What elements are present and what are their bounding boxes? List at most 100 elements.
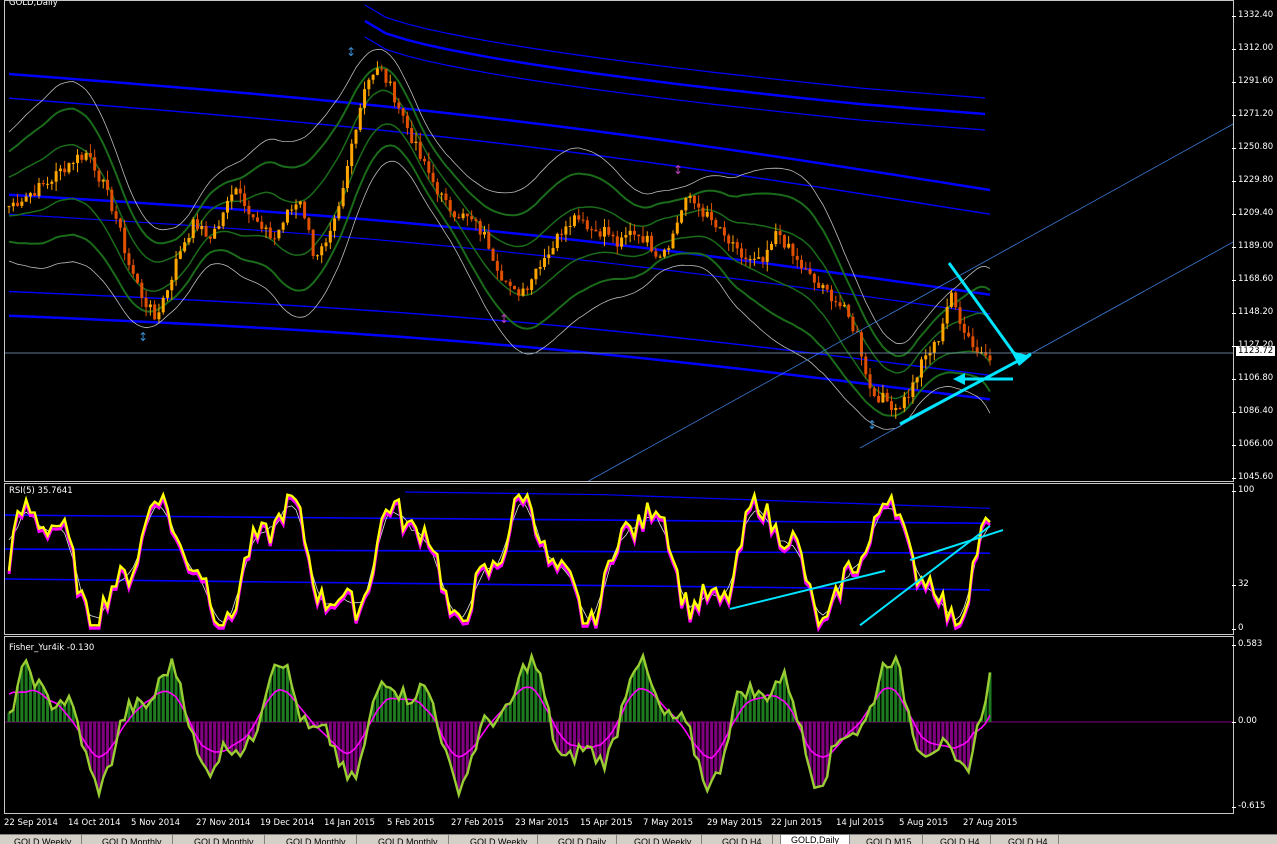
candle-body bbox=[435, 182, 439, 195]
candle-body bbox=[470, 216, 474, 220]
candle-body bbox=[949, 292, 953, 307]
tab-gold-h4[interactable]: GOLD,H4 bbox=[930, 835, 991, 844]
candle-body bbox=[127, 253, 131, 266]
fisher-histogram-bar bbox=[637, 665, 641, 722]
candle-body bbox=[11, 202, 15, 207]
candle-body bbox=[324, 242, 328, 247]
tab-gold-monthly[interactable]: GOLD,Monthly bbox=[276, 835, 357, 844]
candle-body bbox=[577, 215, 581, 220]
fisher-histogram-bar bbox=[84, 722, 88, 753]
rsi-tick: 0 bbox=[1231, 623, 1244, 633]
fisher-histogram-bar bbox=[93, 722, 97, 779]
candle-body bbox=[487, 231, 491, 249]
fisher-histogram-bar bbox=[645, 671, 649, 722]
fisher-histogram-bar bbox=[585, 722, 589, 747]
candle-body bbox=[915, 377, 919, 383]
fisher-histogram-bar bbox=[752, 697, 756, 722]
rsi-label: RSI(5) 35.7641 bbox=[9, 486, 73, 496]
candle-body bbox=[941, 323, 945, 342]
candle-body bbox=[714, 220, 718, 228]
candle-body bbox=[521, 288, 525, 296]
candle-body bbox=[727, 235, 731, 244]
candle-body bbox=[971, 336, 975, 348]
candle-body bbox=[765, 249, 769, 262]
date-tick: 14 Oct 2014 bbox=[68, 818, 121, 828]
candle-body bbox=[872, 388, 876, 396]
candle-body bbox=[731, 242, 735, 244]
candle-body bbox=[290, 209, 294, 211]
candle-body bbox=[28, 193, 32, 197]
fisher-histogram-bar bbox=[932, 722, 936, 753]
fisher-histogram-bar bbox=[889, 666, 893, 722]
price-tick: 1168.60 bbox=[1231, 274, 1274, 284]
candle-body bbox=[838, 302, 842, 307]
candle-body bbox=[495, 260, 499, 271]
fisher-histogram-bar bbox=[238, 722, 242, 757]
candle-body bbox=[474, 219, 478, 222]
tab-gold-daily-active[interactable]: GOLD,Daily bbox=[780, 835, 851, 844]
candle-body bbox=[170, 279, 174, 291]
fisher-histogram-bar bbox=[757, 690, 761, 722]
candle-body bbox=[611, 234, 615, 237]
candle-body bbox=[517, 289, 521, 296]
candle-body bbox=[808, 269, 812, 274]
candle-body bbox=[88, 153, 92, 158]
fisher-histogram-bar bbox=[744, 697, 748, 722]
candle-body bbox=[662, 249, 666, 257]
fisher-histogram-bar bbox=[230, 722, 234, 755]
candle-body bbox=[461, 213, 465, 219]
candle-body bbox=[885, 392, 889, 402]
candle-body bbox=[375, 68, 379, 75]
rsi-axis: 100 32 0 bbox=[1231, 483, 1277, 635]
fisher-histogram-bar bbox=[50, 709, 54, 722]
rsi-tick: 32 bbox=[1232, 579, 1249, 589]
tab-gold-weekly[interactable]: GOLD,Weekly bbox=[624, 835, 703, 844]
candle-body bbox=[63, 168, 67, 173]
fisher-histogram-bar bbox=[33, 687, 37, 722]
candle-body bbox=[585, 220, 589, 230]
tab-gold-h4[interactable]: GOLD,H4 bbox=[712, 835, 773, 844]
fisher-histogram-bar bbox=[521, 664, 525, 722]
fisher-histogram-bar bbox=[765, 701, 769, 722]
price-chart-pane[interactable]: GOLD,Daily ↕ ↕ ↕ ↕ ↕ bbox=[4, 0, 1234, 482]
candle-body bbox=[688, 195, 692, 199]
candle-body bbox=[80, 154, 84, 160]
fisher-histogram-bar bbox=[37, 679, 41, 722]
fisher-pane[interactable]: Fisher_Yur4ik -0.130 bbox=[4, 636, 1234, 814]
candle-body bbox=[988, 355, 992, 361]
fisher-histogram-bar bbox=[350, 722, 354, 772]
candle-body bbox=[238, 188, 242, 194]
candle-body bbox=[97, 170, 101, 182]
candle-body bbox=[774, 231, 778, 245]
date-tick: 14 Jan 2015 bbox=[324, 818, 375, 828]
price-tick: 1209.40 bbox=[1231, 208, 1274, 218]
candle-body bbox=[624, 235, 628, 238]
candle-body bbox=[632, 230, 636, 235]
tab-gold-daily[interactable]: GOLD,Daily bbox=[548, 835, 618, 844]
candle-body bbox=[123, 227, 127, 254]
price-tick: 1332.40 bbox=[1231, 10, 1274, 20]
candle-body bbox=[148, 304, 152, 308]
tab-gold-monthly[interactable]: GOLD,Monthly bbox=[368, 835, 449, 844]
candle-body bbox=[371, 74, 375, 80]
candle-body bbox=[414, 141, 418, 143]
tab-gold-weekly[interactable]: GOLD,Weekly bbox=[4, 835, 83, 844]
candle-body bbox=[889, 401, 893, 410]
candle-body bbox=[692, 195, 696, 204]
date-tick: 27 Feb 2015 bbox=[451, 818, 504, 828]
fisher-histogram-bar bbox=[941, 722, 945, 739]
tab-gold-monthly[interactable]: GOLD,Monthly bbox=[184, 835, 265, 844]
candle-body bbox=[71, 162, 75, 164]
tab-gold-m15[interactable]: GOLD,M15 bbox=[856, 835, 923, 844]
rsi-pane[interactable]: RSI(5) 35.7641 bbox=[4, 483, 1234, 635]
candle-body bbox=[431, 172, 435, 183]
date-tick: 7 May 2015 bbox=[643, 818, 694, 828]
candle-body bbox=[641, 236, 645, 243]
candle-body bbox=[106, 179, 110, 190]
candle-body bbox=[354, 129, 358, 144]
tab-gold-weekly[interactable]: GOLD,Weekly bbox=[460, 835, 539, 844]
candle-body bbox=[384, 68, 388, 83]
fisher-histogram-bar bbox=[204, 722, 208, 769]
tab-gold-h4[interactable]: GOLD,H4 bbox=[998, 835, 1059, 844]
tab-gold-monthly[interactable]: GOLD,Monthly bbox=[92, 835, 173, 844]
